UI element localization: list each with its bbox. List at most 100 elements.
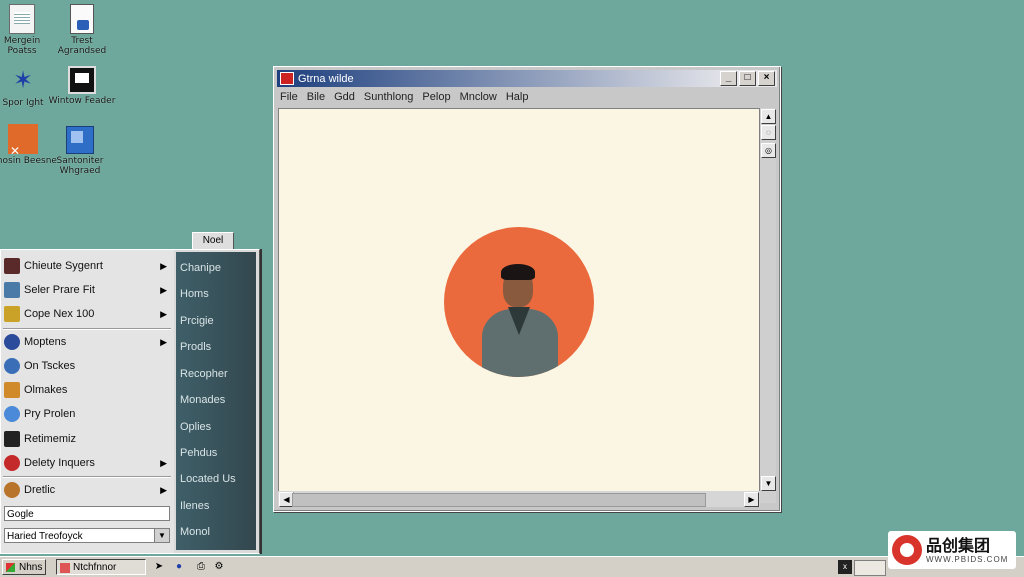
submenu-arrow-icon: ▶ xyxy=(160,284,167,295)
submenu-arrow-icon: ▶ xyxy=(160,308,167,319)
watermark-sub: WWW.PBIDS.COM xyxy=(926,554,1009,564)
horizontal-scroll-thumb[interactable] xyxy=(292,493,706,507)
start-item-8[interactable]: Retimemiz xyxy=(3,429,171,449)
minimize-button[interactable]: _ xyxy=(720,71,737,86)
places-item[interactable]: Chanipe xyxy=(180,262,221,274)
horizontal-scrollbar[interactable]: ◀ ▶ xyxy=(278,491,760,507)
desktop-icon-2[interactable]: Trest Agrandsed xyxy=(48,4,116,56)
start-item-label: Dretlic xyxy=(24,484,56,496)
menu-file[interactable]: File xyxy=(277,89,304,107)
program-icon xyxy=(4,482,20,498)
menu-gdd[interactable]: Gdd xyxy=(331,89,361,107)
start-menu: Chieute Sygenrt ▶ Seler Prare Fit ▶ Cope… xyxy=(0,249,260,554)
menu-separator xyxy=(3,476,171,478)
menu-sunthlong[interactable]: Sunthlong xyxy=(361,89,420,107)
quicklaunch-icon[interactable]: ➤ xyxy=(152,560,166,574)
chevron-down-icon[interactable]: ▼ xyxy=(154,529,169,542)
menu-bar: File Bile Gdd Sunthlong Pelop Mnclow Hal… xyxy=(277,89,777,107)
zoom-in-icon[interactable]: ◌ xyxy=(761,125,776,140)
start-item-4[interactable]: Moptens ▶ xyxy=(3,332,171,352)
start-item-6[interactable]: Olmakes xyxy=(3,380,171,400)
run-select-value: Haried Treofoyck xyxy=(7,531,83,542)
start-item-label: Chieute Sygenrt xyxy=(24,260,103,272)
places-item[interactable]: Recopher xyxy=(180,368,228,380)
places-item[interactable]: Monol xyxy=(180,526,210,538)
start-item-3[interactable]: Cope Nex 100 ▶ xyxy=(3,304,171,324)
start-menu-programs: Chieute Sygenrt ▶ Seler Prare Fit ▶ Cope… xyxy=(1,250,174,553)
program-icon xyxy=(4,406,20,422)
places-item[interactable]: Oplies xyxy=(180,421,211,433)
start-item-label: Delety Inquers xyxy=(24,457,95,469)
close-button[interactable]: × xyxy=(758,71,775,86)
app-window: Gtrna wilde _ □ × File Bile Gdd Sunthlon… xyxy=(273,66,781,512)
menu-halp[interactable]: Halp xyxy=(503,89,535,107)
scroll-right-button[interactable]: ▶ xyxy=(744,492,759,507)
places-item[interactable]: Pehdus xyxy=(180,447,217,459)
menu-mnclow[interactable]: Mnclow xyxy=(457,89,503,107)
printer-icon[interactable]: ⎙ xyxy=(194,560,208,574)
desktop-icon-4[interactable]: Wintow Feader xyxy=(48,66,116,106)
menu-bile[interactable]: Bile xyxy=(304,89,331,107)
run-select[interactable]: Haried Treofoyck ▼ xyxy=(4,528,170,543)
window-title: Gtrna wilde xyxy=(298,72,354,85)
program-icon xyxy=(4,455,20,471)
desktop-icon-6[interactable]: Santoniter Whgraed xyxy=(46,126,114,176)
globe-icon[interactable]: ● xyxy=(172,560,186,574)
program-icon xyxy=(4,306,20,322)
program-icon xyxy=(4,382,20,398)
settings-icon[interactable]: ⚙ xyxy=(212,560,226,574)
submenu-arrow-icon: ▶ xyxy=(160,260,167,271)
start-button[interactable]: Nhns xyxy=(2,559,46,575)
zoom-out-icon[interactable]: ◎ xyxy=(761,143,776,158)
start-item-10[interactable]: Dretlic ▶ xyxy=(3,480,171,500)
places-item[interactable]: Prcigie xyxy=(180,315,214,327)
start-item-label: Seler Prare Fit xyxy=(24,284,95,296)
watermark: 品创集团 WWW.PBIDS.COM xyxy=(888,531,1016,569)
places-item[interactable]: Prodls xyxy=(180,341,211,353)
desktop-icon-label: Wintow Feader xyxy=(48,96,116,106)
star-icon: ✶ xyxy=(12,67,34,94)
places-item[interactable]: Monades xyxy=(180,394,225,406)
taskbar-window-button[interactable]: Ntchfnnor xyxy=(56,559,146,575)
watermark-main: 品创集团 xyxy=(926,535,991,555)
program-icon xyxy=(4,358,20,374)
submenu-arrow-icon: ▶ xyxy=(160,484,167,495)
submenu-arrow-icon: ▶ xyxy=(160,457,167,468)
menu-pelop[interactable]: Pelop xyxy=(419,89,456,107)
start-item-5[interactable]: On Tsckes xyxy=(3,356,171,376)
start-item-2[interactable]: Seler Prare Fit ▶ xyxy=(3,280,171,300)
document-icon xyxy=(9,4,35,34)
start-item-label: Moptens xyxy=(24,336,67,348)
program-icon xyxy=(4,431,20,447)
start-menu-places: Chanipe Homs Prcigie Prodls Recopher Mon… xyxy=(176,252,256,550)
tray-field xyxy=(854,560,886,576)
scroll-up-button[interactable]: ▲ xyxy=(761,109,776,124)
acrobat-icon xyxy=(8,124,38,158)
start-item-label: On Tsckes xyxy=(24,360,76,372)
start-item-label: Pry Prolen xyxy=(24,408,76,420)
desktop-icon-label: Santoniter Whgraed xyxy=(56,156,104,176)
program-icon xyxy=(4,282,20,298)
portrait-image xyxy=(444,227,594,377)
window-icon xyxy=(68,66,96,94)
places-item[interactable]: Ilenes xyxy=(180,500,209,512)
menu-separator xyxy=(3,328,171,330)
search-input[interactable]: Gogle xyxy=(4,506,170,521)
globe-icon xyxy=(4,334,20,350)
start-item-1[interactable]: Chieute Sygenrt ▶ xyxy=(3,256,171,276)
submenu-arrow-icon: ▶ xyxy=(160,336,167,347)
brand-logo-icon xyxy=(892,535,922,565)
tray-box[interactable]: x xyxy=(838,560,852,574)
places-item[interactable]: Located Us xyxy=(180,473,236,485)
desktop-icon-label: Trest Agrandsed xyxy=(57,36,107,56)
scroll-down-button[interactable]: ▼ xyxy=(761,476,776,491)
start-item-9[interactable]: Delety Inquers ▶ xyxy=(3,453,171,473)
places-item[interactable]: Homs xyxy=(180,288,209,300)
program-icon xyxy=(4,258,20,274)
start-item-label: Retimemiz xyxy=(24,433,76,445)
start-item-7[interactable]: Pry Prolen xyxy=(3,404,171,424)
vertical-scrollbar[interactable]: ▲ ◌ ◎ ▼ xyxy=(760,108,776,503)
maximize-button[interactable]: □ xyxy=(739,71,756,86)
window-titlebar[interactable]: Gtrna wilde _ □ × xyxy=(277,70,777,87)
app-icon xyxy=(280,72,294,85)
